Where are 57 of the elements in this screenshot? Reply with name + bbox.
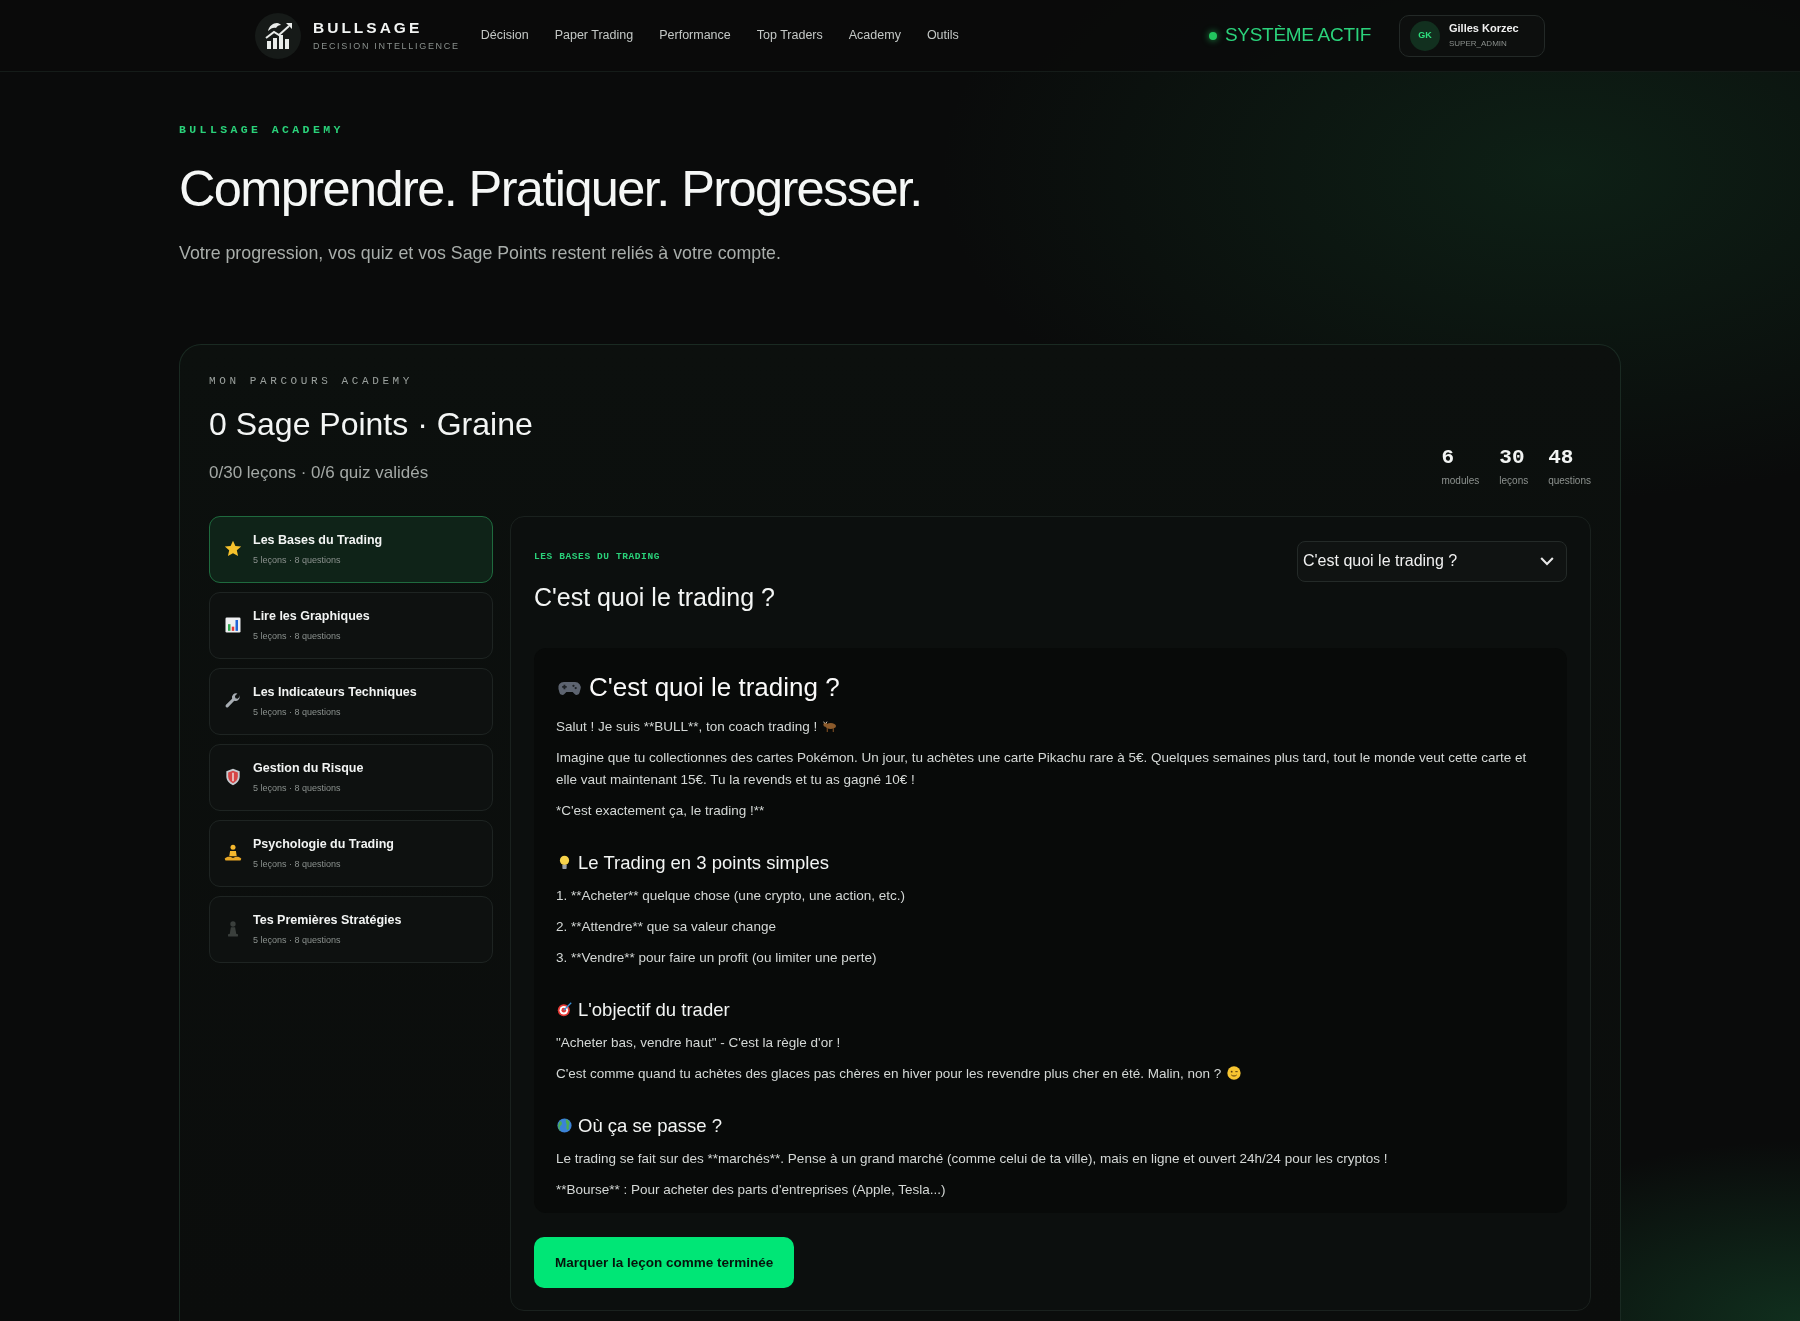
avatar-initials: GK bbox=[1410, 20, 1440, 51]
meditating-person-icon bbox=[223, 843, 243, 864]
stat-label: questions bbox=[1548, 475, 1591, 486]
stat-value: 6 bbox=[1441, 446, 1456, 468]
lesson-paragraph: 1. **Acheter** quelque chose (une crypto, une action, etc.) bbox=[556, 886, 906, 905]
winking-face-icon bbox=[1226, 1064, 1243, 1081]
complete-lesson-button[interactable]: Marquer la leçon comme terminée bbox=[534, 1237, 795, 1289]
lesson-paragraph: Salut ! Je suis **BULL**, ton coach trading ! bbox=[556, 718, 818, 734]
brand-name: BULLSAGE bbox=[313, 19, 424, 36]
lesson-paragraph: 2. **Attendre** que sa valeur change bbox=[556, 917, 777, 936]
section-heading: Où ça se passe ? bbox=[578, 1113, 722, 1138]
nav-link[interactable]: Outils bbox=[926, 26, 959, 45]
stat-label: modules bbox=[1441, 475, 1480, 486]
module-item[interactable]: Les Bases du Trading 5 leçons · 8 questions bbox=[209, 515, 493, 583]
page-title: Comprendre. Pratiquer. Progresser. bbox=[179, 160, 923, 217]
user-role: SUPER_ADMIN bbox=[1449, 40, 1508, 48]
user-menu[interactable]: GK Gilles Korzec SUPER_ADMIN bbox=[1399, 14, 1545, 57]
section-eyebrow: BULLSAGE ACADEMY bbox=[179, 124, 345, 136]
module-item[interactable]: Les Indicateurs Techniques 5 leçons · 8 questions bbox=[209, 667, 493, 735]
nav-link[interactable]: Performance bbox=[659, 26, 731, 45]
card-eyebrow: MON PARCOURS ACADEMY bbox=[209, 376, 415, 387]
stat-value: 48 bbox=[1548, 446, 1575, 468]
progress-summary: 0/30 leçons · 0/6 quiz validés bbox=[209, 462, 430, 485]
lesson-paragraph: C'est comme quand tu achètes des glaces pas chères en hiver pour les revendre plus cher en été. Malin, non ? bbox=[556, 1065, 1222, 1081]
user-name: Gilles Korzec bbox=[1449, 23, 1519, 34]
bar-chart-icon bbox=[223, 615, 243, 636]
section-heading: Le Trading en 3 points simples bbox=[578, 850, 829, 875]
module-label: LES BASES DU TRADING bbox=[534, 551, 662, 562]
brand-tagline: DECISION INTELLIGENCE bbox=[313, 42, 460, 52]
shield-icon bbox=[223, 767, 243, 788]
lesson-paragraph: "Acheter bas, vendre haut" - C'est la règle d'or ! bbox=[556, 1033, 842, 1052]
lesson-select[interactable]: C'est quoi le trading ? bbox=[1297, 540, 1567, 582]
page-subtitle: Votre progression, vos quiz et vos Sage Points restent reliés à votre compte. bbox=[179, 242, 782, 266]
lesson-paragraph: *C'est exactement ça, le trading !** bbox=[556, 801, 766, 820]
module-item[interactable]: Psychologie du Trading 5 leçons · 8 questions bbox=[209, 819, 493, 887]
stat-value: 30 bbox=[1499, 446, 1526, 468]
module-item[interactable]: Lire les Graphiques 5 leçons · 8 questions bbox=[209, 591, 493, 659]
status-dot-icon bbox=[1209, 31, 1217, 40]
module-item[interactable]: Tes Premières Stratégies 5 leçons · 8 questions bbox=[209, 895, 493, 963]
lesson-paragraph: 3. **Vendre** pour faire un profit (ou limiter une perte) bbox=[556, 948, 878, 967]
nav-link[interactable]: Paper Trading bbox=[554, 26, 634, 45]
lesson-paragraph: Imagine que tu collectionnes des cartes Pokémon. Un jour, tu achètes une carte Pikachu rare à 5€. Quelques semaines plus tard, tout le monde veut cette carte et elle vaut maintenant 15€. Tu la revends et tu as gagné 10€ ! bbox=[556, 748, 1528, 789]
lesson-paragraph: Le trading se fait sur des **marchés**. Pense à un grand marché (comme celui de ta ville), mais en ligne et ouvert 24h/24 pour les cryptos ! bbox=[556, 1149, 1389, 1168]
lesson-paragraph: **Bourse** : Pour acheter des parts d'entreprises (Apple, Tesla...) bbox=[556, 1180, 947, 1199]
logo-icon bbox=[255, 12, 301, 59]
stat-label: leçons bbox=[1499, 475, 1529, 486]
nav-link[interactable]: Décision bbox=[480, 26, 529, 45]
nav-link[interactable]: Top Traders bbox=[756, 26, 823, 45]
section-heading: L'objectif du trader bbox=[578, 997, 730, 1022]
points-title: 0 Sage Points · Graine bbox=[209, 405, 533, 444]
globe-icon bbox=[556, 1117, 573, 1135]
lesson-title: C'est quoi le trading ? bbox=[534, 582, 776, 613]
nav-link[interactable]: Academy bbox=[848, 26, 901, 45]
module-item[interactable]: Gestion du Risque 5 leçons · 8 questions bbox=[209, 743, 493, 811]
system-status: SYSTÈME ACTIF bbox=[1225, 23, 1371, 48]
lesson-heading: C'est quoi le trading ? bbox=[589, 672, 840, 704]
target-icon bbox=[556, 1001, 573, 1019]
